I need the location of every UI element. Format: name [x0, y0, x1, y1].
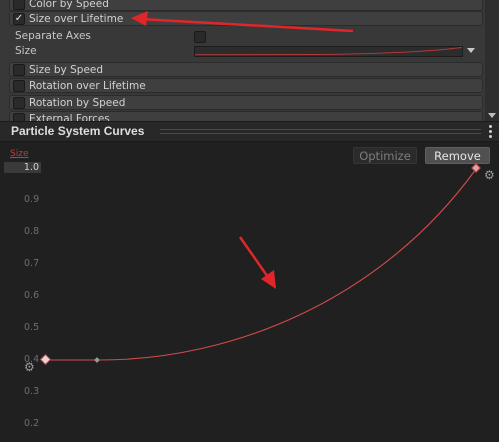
annotation-arrow-top	[131, 11, 354, 33]
curves-window-title: Particle System Curves	[11, 124, 145, 138]
curve-key-end	[471, 163, 481, 173]
curves-window-header: Particle System Curves	[0, 121, 499, 142]
gear-icon[interactable]: ⚙	[24, 361, 35, 373]
curve-canvas[interactable]	[0, 142, 499, 442]
window-menu-icon[interactable]	[489, 125, 493, 139]
inspector-panel: Color by Speed ✓ Size over Lifetime Sepa…	[0, 0, 499, 121]
annotation-arrow-curve	[238, 236, 272, 281]
annotation-arrowhead	[261, 270, 276, 289]
header-grip-line	[160, 129, 481, 130]
tangent-handle	[94, 357, 100, 363]
curve-editor[interactable]: Size Optimize Remove 1.0 0.9 0.8 0.7 0.6…	[0, 142, 499, 442]
gear-icon[interactable]: ⚙	[484, 169, 495, 181]
header-grip-line	[160, 133, 481, 134]
curve-key-start	[39, 353, 52, 366]
size-curve-line	[46, 168, 477, 361]
